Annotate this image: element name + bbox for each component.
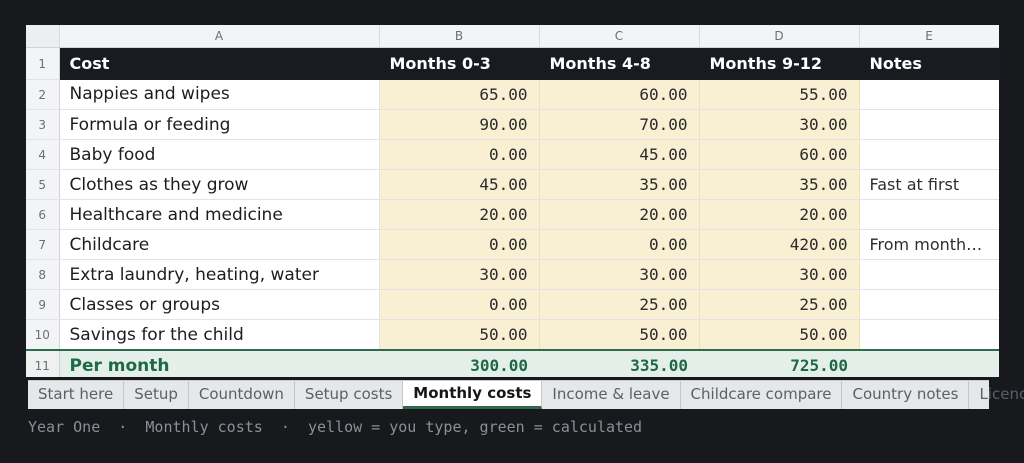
- notes-cell[interactable]: [859, 139, 999, 170]
- total-notes-cell[interactable]: [859, 349, 999, 377]
- months-0-3-cell[interactable]: 0.00: [379, 229, 540, 260]
- header-months-0-3[interactable]: Months 0-3: [379, 47, 540, 80]
- months-9-12-cell[interactable]: 25.00: [699, 289, 860, 320]
- notes-cell[interactable]: [859, 319, 999, 351]
- row-number[interactable]: 7: [26, 229, 60, 260]
- select-all-corner[interactable]: [26, 25, 60, 48]
- column-header-e[interactable]: E: [859, 25, 999, 48]
- months-9-12-cell[interactable]: 60.00: [699, 139, 860, 170]
- months-0-3-cell[interactable]: 0.00: [379, 139, 540, 170]
- cost-label-cell[interactable]: Formula or feeding: [59, 109, 380, 140]
- cost-label-cell[interactable]: Classes or groups: [59, 289, 380, 320]
- months-0-3-cell[interactable]: 65.00: [379, 79, 540, 110]
- notes-cell[interactable]: [859, 259, 999, 290]
- months-4-8-cell[interactable]: 70.00: [539, 109, 700, 140]
- months-9-12-cell[interactable]: 20.00: [699, 199, 860, 230]
- months-9-12-cell[interactable]: 35.00: [699, 169, 860, 200]
- row-number[interactable]: 8: [26, 259, 60, 290]
- months-4-8-cell[interactable]: 60.00: [539, 79, 700, 110]
- header-cost[interactable]: Cost: [59, 47, 380, 80]
- row-number[interactable]: 4: [26, 139, 60, 170]
- cost-grid: A B C D E 1 Cost Months 0-3 Months 4-8 M…: [26, 25, 999, 377]
- cost-label-cell[interactable]: Savings for the child: [59, 319, 380, 351]
- sheet-tab-start-here[interactable]: Start here: [28, 381, 125, 409]
- sheet-tab-country-notes[interactable]: Country notes: [842, 381, 970, 409]
- table-row: 9 Classes or groups 0.00 25.00 25.00: [26, 289, 999, 320]
- row-number[interactable]: 5: [26, 169, 60, 200]
- cost-label-cell[interactable]: Extra laundry, heating, water: [59, 259, 380, 290]
- sheet-tab-monthly-costs[interactable]: Monthly costs: [403, 381, 543, 409]
- months-9-12-cell[interactable]: 420.00: [699, 229, 860, 260]
- table-row: 10 Savings for the child 50.00 50.00 50.00: [26, 319, 999, 351]
- sheet-tab-setup-costs[interactable]: Setup costs: [295, 381, 404, 409]
- table-header-row: 1 Cost Months 0-3 Months 4-8 Months 9-12…: [26, 47, 999, 80]
- total-months-9-12-cell[interactable]: 725.00: [699, 349, 859, 377]
- notes-cell[interactable]: [859, 79, 999, 110]
- header-months-9-12[interactable]: Months 9-12: [699, 47, 860, 80]
- row-number[interactable]: 1: [26, 47, 60, 80]
- notes-cell[interactable]: [859, 289, 999, 320]
- row-number[interactable]: 9: [26, 289, 60, 320]
- row-number[interactable]: 2: [26, 79, 60, 110]
- months-4-8-cell[interactable]: 35.00: [539, 169, 700, 200]
- column-header-a[interactable]: A: [59, 25, 380, 48]
- sheet-tab-childcare-compare[interactable]: Childcare compare: [681, 381, 843, 409]
- row-number[interactable]: 10: [26, 319, 60, 351]
- cost-label-cell[interactable]: Childcare: [59, 229, 380, 260]
- table-row: 8 Extra laundry, heating, water 30.00 30.00…: [26, 259, 999, 290]
- sheet-tab-bar: Start here Setup Countdown Setup costs Month…: [28, 380, 1024, 409]
- table-row: 5 Clothes as they grow 45.00 35.00 35.00 Fast…: [26, 169, 999, 200]
- months-9-12-cell[interactable]: 50.00: [699, 319, 860, 351]
- sheet-tab-income-leave[interactable]: Income & leave: [542, 381, 681, 409]
- total-months-0-3-cell[interactable]: 300.00: [379, 349, 539, 377]
- months-0-3-cell[interactable]: 45.00: [379, 169, 540, 200]
- months-0-3-cell[interactable]: 30.00: [379, 259, 540, 290]
- table-row: 3 Formula or feeding 90.00 70.00 30.00: [26, 109, 999, 140]
- months-4-8-cell[interactable]: 20.00: [539, 199, 700, 230]
- months-4-8-cell[interactable]: 0.00: [539, 229, 700, 260]
- notes-cell[interactable]: Fast at first: [859, 169, 999, 200]
- header-months-4-8[interactable]: Months 4-8: [539, 47, 700, 80]
- row-number[interactable]: 6: [26, 199, 60, 230]
- total-label-cell[interactable]: Per month: [59, 349, 379, 377]
- months-0-3-cell[interactable]: 20.00: [379, 199, 540, 230]
- column-header-row: A B C D E: [26, 25, 999, 48]
- column-header-b[interactable]: B: [379, 25, 540, 48]
- months-4-8-cell[interactable]: 30.00: [539, 259, 700, 290]
- column-header-d[interactable]: D: [699, 25, 860, 48]
- months-9-12-cell[interactable]: 55.00: [699, 79, 860, 110]
- months-9-12-cell[interactable]: 30.00: [699, 109, 860, 140]
- footer-caption: Year One · Monthly costs · yellow = you …: [28, 418, 643, 436]
- spreadsheet: A B C D E 1 Cost Months 0-3 Months 4-8 M…: [26, 25, 999, 377]
- row-number[interactable]: 3: [26, 109, 60, 140]
- months-0-3-cell[interactable]: 0.00: [379, 289, 540, 320]
- table-row: 4 Baby food 0.00 45.00 60.00: [26, 139, 999, 170]
- cost-label-cell[interactable]: Nappies and wipes: [59, 79, 380, 110]
- table-row: 2 Nappies and wipes 65.00 60.00 55.00: [26, 79, 999, 110]
- row-number[interactable]: 11: [26, 349, 60, 377]
- sheet-tab-countdown[interactable]: Countdown: [189, 381, 295, 409]
- months-0-3-cell[interactable]: 90.00: [379, 109, 540, 140]
- sheet-tab-licence[interactable]: Licence: [969, 381, 1024, 409]
- months-4-8-cell[interactable]: 45.00: [539, 139, 700, 170]
- total-row: 11 Per month 300.00 335.00 725.00: [26, 349, 999, 377]
- notes-cell[interactable]: From month…: [859, 229, 999, 260]
- months-4-8-cell[interactable]: 50.00: [539, 319, 700, 351]
- header-notes[interactable]: Notes: [859, 47, 999, 80]
- total-months-4-8-cell[interactable]: 335.00: [539, 349, 699, 377]
- cost-label-cell[interactable]: Clothes as they grow: [59, 169, 380, 200]
- notes-cell[interactable]: [859, 109, 999, 140]
- table-row: 7 Childcare 0.00 0.00 420.00 From month…: [26, 229, 999, 260]
- months-4-8-cell[interactable]: 25.00: [539, 289, 700, 320]
- months-9-12-cell[interactable]: 30.00: [699, 259, 860, 290]
- sheet-tab-setup[interactable]: Setup: [124, 381, 189, 409]
- column-header-c[interactable]: C: [539, 25, 700, 48]
- cost-label-cell[interactable]: Baby food: [59, 139, 380, 170]
- months-0-3-cell[interactable]: 50.00: [379, 319, 540, 351]
- table-row: 6 Healthcare and medicine 20.00 20.00 20.00: [26, 199, 999, 230]
- notes-cell[interactable]: [859, 199, 999, 230]
- cost-label-cell[interactable]: Healthcare and medicine: [59, 199, 380, 230]
